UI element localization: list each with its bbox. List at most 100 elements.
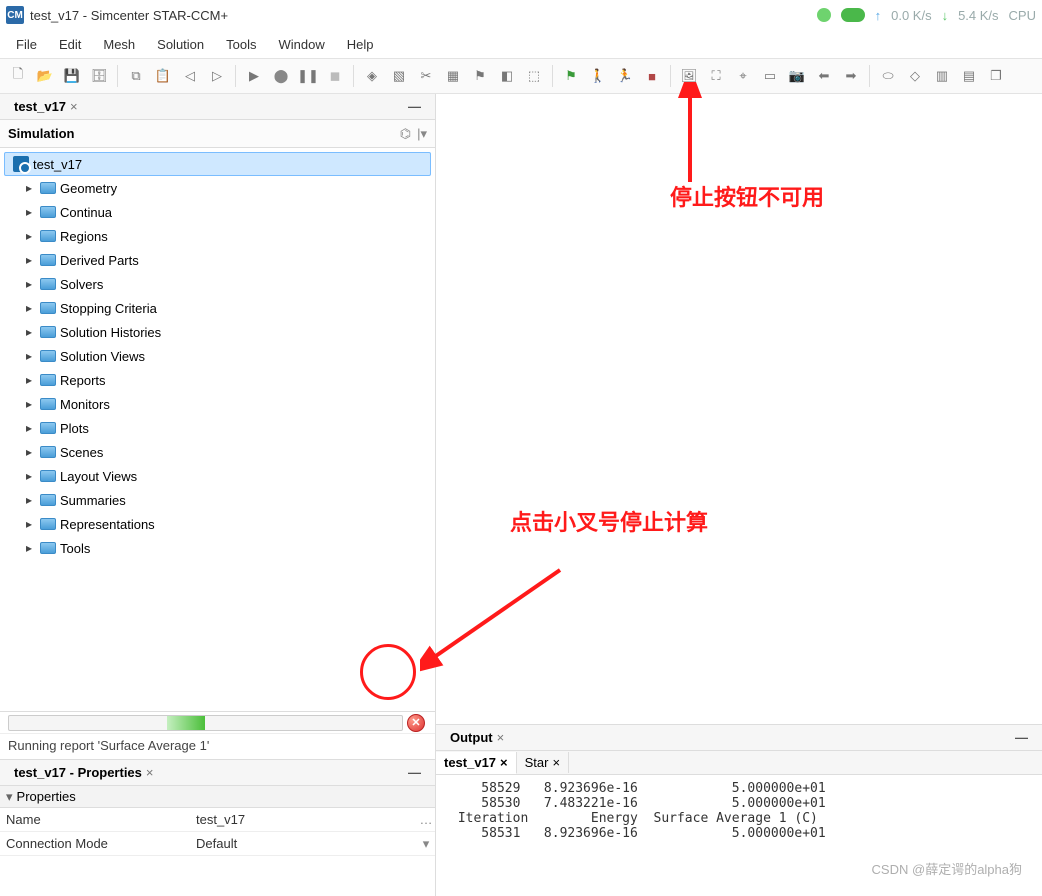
simulation-icon <box>13 156 29 172</box>
image-icon[interactable]: 🖼 <box>677 64 701 88</box>
tree-node-scenes[interactable]: ▸Scenes <box>4 440 431 464</box>
play-icon[interactable]: ▶ <box>242 64 266 88</box>
chevron-right-icon: ▸ <box>26 205 36 219</box>
menu-solution[interactable]: Solution <box>147 33 214 56</box>
prop-connection-value[interactable]: Default <box>190 836 417 851</box>
close-icon[interactable]: × <box>552 755 560 770</box>
close-icon[interactable]: × <box>500 755 508 770</box>
output-console[interactable]: 58529 8.923696e-16 5.000000e+01 58530 7.… <box>436 775 1042 896</box>
paste-icon[interactable]: 📋 <box>151 64 175 88</box>
tree-node-reports[interactable]: ▸Reports <box>4 368 431 392</box>
tree-node-representations[interactable]: ▸Representations <box>4 512 431 536</box>
output-tab[interactable]: Output × <box>444 728 510 747</box>
new-file-icon[interactable]: 🗋 <box>6 64 30 88</box>
tree-options-icon[interactable]: ⌬ <box>400 126 411 142</box>
flag-green-icon[interactable]: ⚑ <box>559 64 583 88</box>
grid-icon[interactable]: ▦ <box>441 64 465 88</box>
dropdown-icon[interactable]: ▾ <box>417 836 435 852</box>
prop-name-value[interactable]: test_v17 <box>190 812 417 827</box>
tree-node-solution-views[interactable]: ▸Solution Views <box>4 344 431 368</box>
cylinder-icon[interactable]: ⬭ <box>876 64 900 88</box>
stop-dim-icon[interactable]: ◼ <box>323 64 347 88</box>
diamond-icon[interactable]: ◇ <box>903 64 927 88</box>
filter-icon[interactable]: |▾ <box>417 126 427 142</box>
stop-red-icon[interactable]: ■ <box>640 64 664 88</box>
edit-icon[interactable]: … <box>417 812 435 827</box>
output-subtab-1-label: test_v17 <box>444 755 496 770</box>
tree-node-plots[interactable]: ▸Plots <box>4 416 431 440</box>
chevron-right-icon: ▸ <box>26 373 36 387</box>
simulation-tree[interactable]: test_v17▸Geometry▸Continua▸Regions▸Deriv… <box>0 148 435 711</box>
tree-node-solvers[interactable]: ▸Solvers <box>4 272 431 296</box>
mesh-icon[interactable]: ◈ <box>360 64 384 88</box>
close-icon[interactable]: × <box>146 765 154 780</box>
folder-icon <box>40 518 56 530</box>
copy-icon[interactable]: ⧉ <box>124 64 148 88</box>
close-icon[interactable]: × <box>70 99 78 114</box>
properties-header-label: Properties <box>17 789 76 804</box>
tree-node-summaries[interactable]: ▸Summaries <box>4 488 431 512</box>
menu-help[interactable]: Help <box>337 33 384 56</box>
record-icon[interactable]: ⬤ <box>269 64 293 88</box>
prop-connection-key: Connection Mode <box>0 836 190 851</box>
folder-icon <box>40 542 56 554</box>
open-file-icon[interactable]: 📂 <box>33 64 57 88</box>
select-icon[interactable]: ▧ <box>387 64 411 88</box>
tree-node-tools[interactable]: ▸Tools <box>4 536 431 560</box>
tree-node-layout-views[interactable]: ▸Layout Views <box>4 464 431 488</box>
grid2-icon[interactable]: ▤ <box>957 64 981 88</box>
menu-file[interactable]: File <box>6 33 47 56</box>
cancel-run-button[interactable]: ✕ <box>407 714 425 732</box>
run-person-icon[interactable]: 🏃 <box>613 64 637 88</box>
viewport[interactable] <box>436 94 1042 724</box>
tree-node-regions[interactable]: ▸Regions <box>4 224 431 248</box>
output-panel: Output × — test_v17 × Star × 58529 8.923… <box>436 724 1042 896</box>
menu-edit[interactable]: Edit <box>49 33 91 56</box>
close-icon[interactable]: × <box>497 730 505 745</box>
folder-icon <box>40 326 56 338</box>
network-stats: ↑ 0.0 K/s ↓ 5.4 K/s CPU <box>817 8 1036 23</box>
plane-icon[interactable]: ◧ <box>495 64 519 88</box>
minimize-button[interactable]: — <box>402 99 427 114</box>
fit-icon[interactable]: ⛶ <box>704 64 728 88</box>
net-up-icon: ↑ <box>875 8 882 23</box>
tree-node-stopping-criteria[interactable]: ▸ Stopping Criteria <box>4 296 431 320</box>
tree-node-label: Stopping Criteria <box>60 301 157 316</box>
tree-root[interactable]: test_v17 <box>4 152 431 176</box>
folder-icon <box>40 470 56 482</box>
tree-node-geometry[interactable]: ▸Geometry <box>4 176 431 200</box>
properties-header[interactable]: ▾ Properties <box>0 786 435 808</box>
tree-node-derived-parts[interactable]: ▸Derived Parts <box>4 248 431 272</box>
cube-icon[interactable]: ⬚ <box>522 64 546 88</box>
camera-icon[interactable]: 📷 <box>785 64 809 88</box>
right-icon[interactable]: ➡ <box>839 64 863 88</box>
chevron-right-icon: ▸ <box>26 301 36 315</box>
menu-mesh[interactable]: Mesh <box>93 33 145 56</box>
target-icon[interactable]: ⌖ <box>731 64 755 88</box>
copy2-icon[interactable]: ❐ <box>984 64 1008 88</box>
flag-icon[interactable]: ⚑ <box>468 64 492 88</box>
tree-node-label: Solution Views <box>60 349 145 364</box>
tree-node-continua[interactable]: ▸Continua <box>4 200 431 224</box>
minimize-button[interactable]: — <box>402 765 427 780</box>
forward-icon[interactable]: ▷ <box>205 64 229 88</box>
output-subtab-2[interactable]: Star × <box>517 752 569 773</box>
pause-icon[interactable]: ❚❚ <box>296 64 320 88</box>
left-icon[interactable]: ⬅ <box>812 64 836 88</box>
select-rect-icon[interactable]: ▭ <box>758 64 782 88</box>
tree-node-monitors[interactable]: ▸Monitors <box>4 392 431 416</box>
output-subtab-1[interactable]: test_v17 × <box>436 752 517 774</box>
tree-node-solution-histories[interactable]: ▸Solution Histories <box>4 320 431 344</box>
save-all-icon[interactable]: 🗄 <box>87 64 111 88</box>
menu-window[interactable]: Window <box>269 33 335 56</box>
chevron-right-icon: ▸ <box>26 325 36 339</box>
menu-tools[interactable]: Tools <box>216 33 266 56</box>
simulation-tab[interactable]: test_v17 × <box>8 97 84 116</box>
minimize-button[interactable]: — <box>1009 730 1034 745</box>
back-icon[interactable]: ◁ <box>178 64 202 88</box>
properties-tab[interactable]: test_v17 - Properties × <box>8 763 160 782</box>
save-icon[interactable]: 💾 <box>60 64 84 88</box>
multigrid-icon[interactable]: ▥ <box>930 64 954 88</box>
walk-icon[interactable]: 🚶 <box>586 64 610 88</box>
crop-icon[interactable]: ✂ <box>414 64 438 88</box>
